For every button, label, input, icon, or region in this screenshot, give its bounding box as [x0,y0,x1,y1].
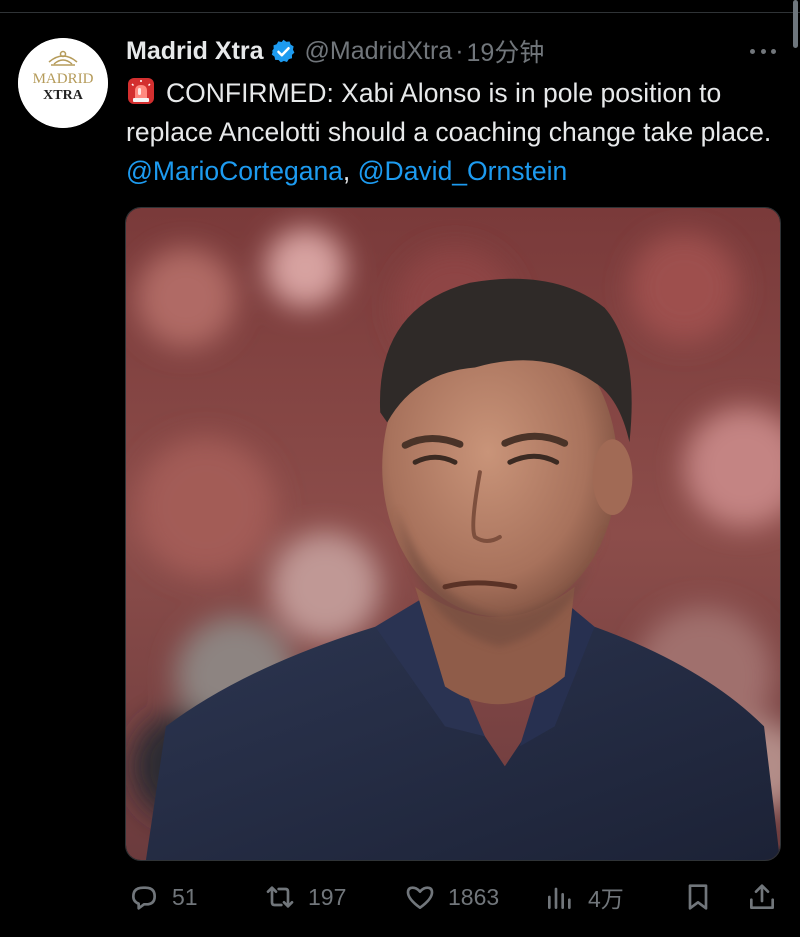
author-handle[interactable]: @MadridXtra [305,37,453,66]
svg-text:MADRID: MADRID [33,71,94,87]
author-name[interactable]: Madrid Xtra [126,37,264,66]
timestamp[interactable]: 19分钟 [467,33,545,69]
tweet-header: Madrid Xtra @MadridXtra · 19分钟 [126,34,544,68]
avatar[interactable]: MADRID XTRA [18,38,108,128]
tweet-text: CONFIRMED: Xabi Alonso is in pole positi… [126,74,794,191]
tweet-photo[interactable] [125,207,781,861]
retweet-count: 197 [308,883,347,910]
bookmark-icon [682,881,714,913]
views-icon [544,881,576,913]
verified-badge-icon [270,38,297,65]
views-count: 4万 [588,886,624,912]
more-icon[interactable] [746,36,780,66]
like-count: 1863 [448,883,500,910]
mention-link-mariocortegana[interactable]: @MarioCortegana [126,156,343,186]
scrollbar[interactable] [793,0,798,48]
svg-text:XTRA: XTRA [43,88,84,103]
reply-button[interactable]: 51 [128,872,198,922]
share-icon [746,881,778,913]
tweet-actions: 51 197 1863 4万 [0,872,800,922]
separator-dot: · [455,36,464,65]
tweet-body-text: CONFIRMED: Xabi Alonso is in pole positi… [126,78,772,147]
reply-count: 51 [172,883,198,910]
views-button[interactable]: 4万 [544,872,624,922]
share-button[interactable] [746,872,778,922]
mention-separator: , [342,156,358,186]
like-icon [404,881,436,913]
like-button[interactable]: 1863 [404,872,499,922]
rotating-light-emoji-icon [126,76,156,106]
madrid-xtra-logo: MADRID XTRA [18,38,108,128]
reply-icon [128,881,160,913]
retweet-button[interactable]: 197 [264,872,346,922]
mention-link-david-ornstein[interactable]: @David_Ornstein [358,156,568,186]
retweet-icon [264,881,296,913]
bookmark-button[interactable] [682,872,714,922]
top-divider [0,12,800,13]
